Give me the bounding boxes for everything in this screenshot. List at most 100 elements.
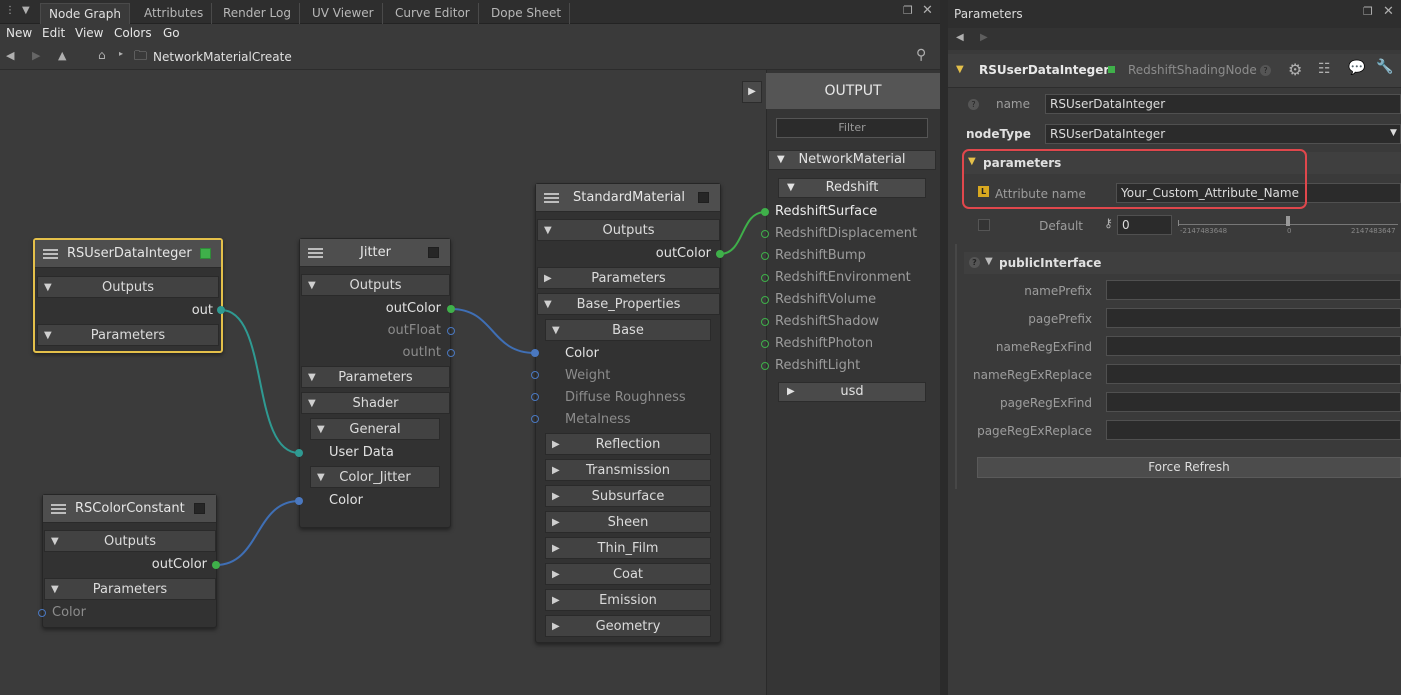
section-base-properties[interactable]: ▼ Base_Properties xyxy=(537,293,720,315)
forward-arrow-icon[interactable]: ▶ xyxy=(980,32,988,43)
input-port-dot[interactable] xyxy=(531,371,539,379)
section-reflection[interactable]: ▶ Reflection xyxy=(545,433,711,455)
output-redshift-surface[interactable]: RedshiftSurface xyxy=(775,204,877,219)
triangle-down-icon[interactable]: ▼ xyxy=(956,64,964,75)
node-header[interactable]: Jitter xyxy=(300,239,450,267)
node-standard-material[interactable]: StandardMaterial ▼ Outputs outColor ▶ Para… xyxy=(535,183,721,643)
page-regex-find-field[interactable] xyxy=(1106,392,1401,412)
section-sheen[interactable]: ▶ Sheen xyxy=(545,511,711,533)
view-flag-icon[interactable] xyxy=(698,192,709,203)
hamburger-icon[interactable] xyxy=(43,249,58,259)
layout-icon[interactable]: ☷ xyxy=(1318,61,1331,77)
gear-icon[interactable]: ⚙ xyxy=(1288,60,1302,79)
hamburger-icon[interactable] xyxy=(308,248,323,258)
input-port-dot[interactable] xyxy=(531,393,539,401)
section-shader[interactable]: ▼ Shader xyxy=(301,392,450,414)
force-refresh-button[interactable]: Force Refresh xyxy=(977,457,1401,478)
section-network-material[interactable]: ▼ NetworkMaterial xyxy=(768,150,936,170)
output-port-dot[interactable] xyxy=(447,349,455,357)
section-outputs[interactable]: ▼ Outputs xyxy=(301,274,450,296)
node-header[interactable]: RSUserDataInteger xyxy=(35,240,221,268)
node-header[interactable]: StandardMaterial xyxy=(536,184,720,212)
help-icon[interactable]: ? xyxy=(968,99,979,110)
input-port-dot[interactable] xyxy=(761,252,769,260)
collapse-arrow-icon[interactable]: ▶ xyxy=(742,81,762,103)
name-field[interactable]: RSUserDataInteger xyxy=(1045,94,1401,114)
output-port-dot[interactable] xyxy=(217,306,225,314)
section-general[interactable]: ▼ General xyxy=(310,418,440,440)
section-parameters[interactable]: ▼ Parameters xyxy=(44,578,216,600)
section-outputs[interactable]: ▼ Outputs xyxy=(37,276,219,298)
input-port-dot[interactable] xyxy=(531,349,539,357)
input-port-dot[interactable] xyxy=(761,340,769,348)
section-parameters[interactable]: ▼ Parameters xyxy=(301,366,450,388)
node-jitter[interactable]: Jitter ▼ Outputs outColor outFloat outInt… xyxy=(299,238,451,528)
section-coat[interactable]: ▶ Coat xyxy=(545,563,711,585)
output-port-dot[interactable] xyxy=(447,305,455,313)
comment-icon[interactable]: 💬 xyxy=(1348,60,1365,76)
section-redshift[interactable]: ▼ Redshift xyxy=(778,178,926,198)
restore-window-icon[interactable]: ❐ xyxy=(1363,5,1373,18)
input-port-dot[interactable] xyxy=(761,296,769,304)
node-rs-color-constant[interactable]: RSColorConstant ▼ Outputs outColor ▼ Param… xyxy=(42,494,217,628)
output-redshift-bump[interactable]: RedshiftBump xyxy=(775,248,866,263)
public-interface-group[interactable]: ? ▼ publicInterface xyxy=(964,252,1401,274)
section-outputs[interactable]: ▼ Outputs xyxy=(537,219,720,241)
view-flag-icon[interactable] xyxy=(428,247,439,258)
input-port-dot[interactable] xyxy=(761,362,769,370)
input-port-dot[interactable] xyxy=(295,449,303,457)
output-redshift-displacement[interactable]: RedshiftDisplacement xyxy=(775,226,917,241)
output-redshift-photon[interactable]: RedshiftPhoton xyxy=(775,336,873,351)
page-regex-replace-field[interactable] xyxy=(1106,420,1401,440)
section-subsurface[interactable]: ▶ Subsurface xyxy=(545,485,711,507)
section-geometry[interactable]: ▶ Geometry xyxy=(545,615,711,637)
wrench-icon[interactable]: 🔧 xyxy=(1376,59,1393,75)
input-port-dot[interactable] xyxy=(295,497,303,505)
section-usd[interactable]: ▶ usd xyxy=(778,382,926,402)
hamburger-icon[interactable] xyxy=(544,193,559,203)
close-icon[interactable]: ✕ xyxy=(1383,4,1394,19)
output-redshift-environment[interactable]: RedshiftEnvironment xyxy=(775,270,911,285)
input-port-dot[interactable] xyxy=(761,318,769,326)
name-regex-replace-field[interactable] xyxy=(1106,364,1401,384)
output-redshift-light[interactable]: RedshiftLight xyxy=(775,358,860,373)
output-port-dot[interactable] xyxy=(212,561,220,569)
page-prefix-field[interactable] xyxy=(1106,308,1401,328)
output-port-dot[interactable] xyxy=(716,250,724,258)
hamburger-icon[interactable] xyxy=(51,504,66,514)
input-port-dot[interactable] xyxy=(38,609,46,617)
slider-handle[interactable] xyxy=(1286,216,1290,226)
section-emission[interactable]: ▶ Emission xyxy=(545,589,711,611)
name-prefix-field[interactable] xyxy=(1106,280,1401,300)
name-regex-find-field[interactable] xyxy=(1106,336,1401,356)
help-icon[interactable]: ? xyxy=(969,257,980,268)
input-port-dot[interactable] xyxy=(531,415,539,423)
section-color-jitter[interactable]: ▼ Color_Jitter xyxy=(310,466,440,488)
default-field[interactable]: 0 xyxy=(1117,215,1172,235)
help-icon[interactable]: ? xyxy=(1260,65,1271,76)
chevron-down-icon[interactable]: ▼ xyxy=(1390,128,1397,138)
node-header[interactable]: RSColorConstant xyxy=(43,495,216,523)
output-port-dot[interactable] xyxy=(447,327,455,335)
output-redshift-volume[interactable]: RedshiftVolume xyxy=(775,292,876,307)
node-rs-user-data-integer[interactable]: RSUserDataInteger ▼ Outputs out ▼ Paramete… xyxy=(33,238,223,353)
filter-input[interactable]: Filter xyxy=(776,118,928,138)
input-port-dot[interactable] xyxy=(761,274,769,282)
section-transmission[interactable]: ▶ Transmission xyxy=(545,459,711,481)
output-redshift-shadow[interactable]: RedshiftShadow xyxy=(775,314,879,329)
nodetype-dropdown[interactable]: RSUserDataInteger xyxy=(1045,124,1401,144)
section-parameters[interactable]: ▼ Parameters xyxy=(37,324,219,346)
view-flag-icon[interactable] xyxy=(194,503,205,514)
input-port-dot[interactable] xyxy=(761,230,769,238)
key-icon[interactable]: ⚷ xyxy=(1104,216,1113,230)
view-flag-icon[interactable] xyxy=(1108,66,1115,73)
view-flag-icon[interactable] xyxy=(200,248,211,259)
section-outputs[interactable]: ▼ Outputs xyxy=(44,530,216,552)
section-base[interactable]: ▼ Base xyxy=(545,319,711,341)
checkbox-icon[interactable] xyxy=(978,219,990,231)
back-arrow-icon[interactable]: ◀ xyxy=(956,32,964,43)
section-thin-film[interactable]: ▶ Thin_Film xyxy=(545,537,711,559)
input-port-dot[interactable] xyxy=(761,208,769,216)
panel-splitter[interactable] xyxy=(940,0,948,695)
section-parameters[interactable]: ▶ Parameters xyxy=(537,267,720,289)
